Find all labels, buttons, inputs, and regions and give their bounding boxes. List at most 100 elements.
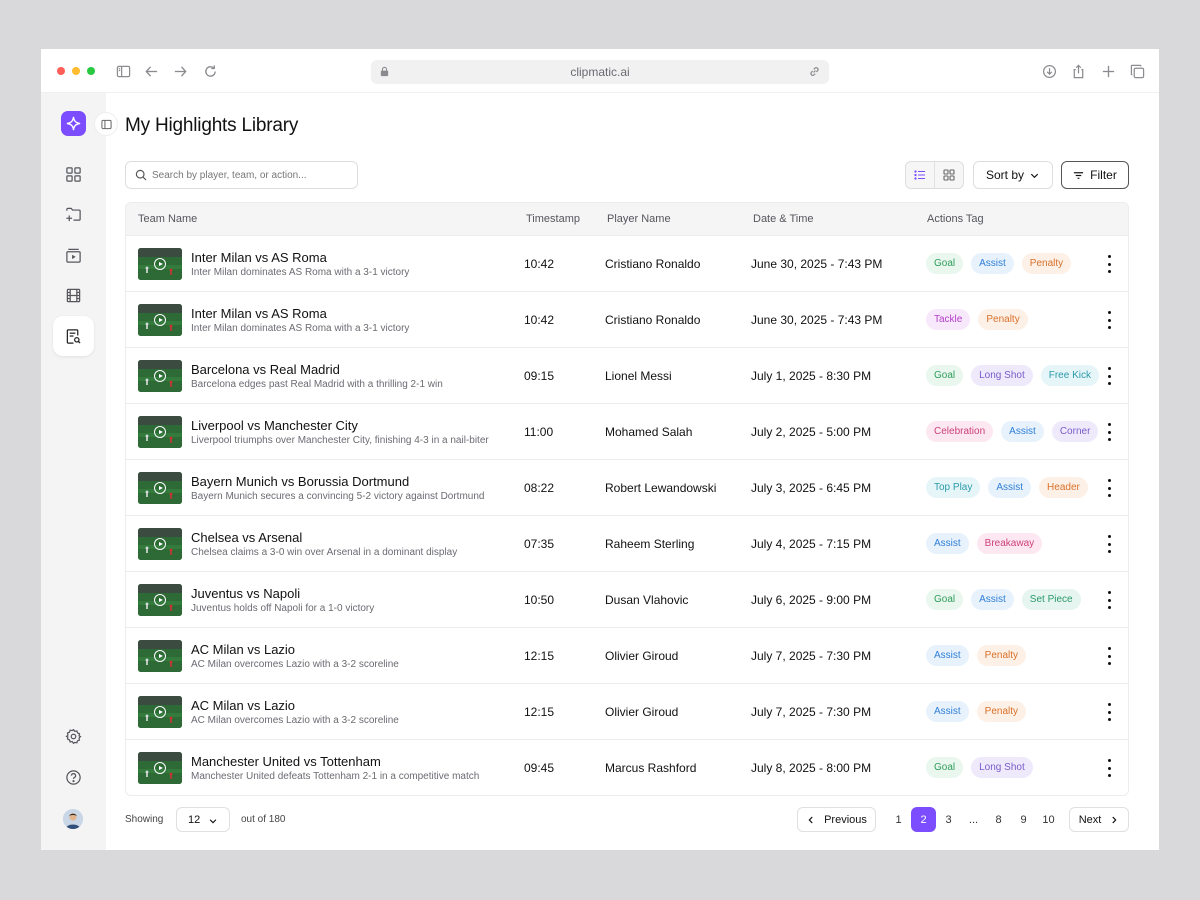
player-name-cell: Cristiano Ronaldo	[605, 257, 701, 271]
search-input[interactable]: Search by player, team, or action...	[125, 161, 358, 189]
action-tag[interactable]: Assist	[926, 533, 969, 554]
video-thumbnail[interactable]	[138, 248, 182, 280]
address-bar[interactable]: clipmatic.ai	[371, 60, 829, 84]
column-header-date-time[interactable]: Date & Time	[753, 213, 814, 225]
column-header-actions-tag[interactable]: Actions Tag	[927, 213, 984, 225]
tabs-overview-icon[interactable]	[1129, 63, 1145, 79]
more-options-icon[interactable]	[1106, 479, 1112, 497]
action-tag[interactable]: Assist	[926, 645, 969, 666]
action-tag[interactable]: Penalty	[976, 645, 1027, 666]
table-row[interactable]: Manchester United vs Tottenham Mancheste…	[126, 739, 1128, 795]
date-time-cell: July 2, 2025 - 5:00 PM	[751, 425, 872, 439]
share-icon[interactable]	[1070, 63, 1086, 79]
page-number-button[interactable]: 9	[1011, 807, 1036, 832]
action-tag[interactable]: Goal	[926, 253, 964, 274]
list-view-button[interactable]	[906, 162, 935, 188]
video-thumbnail[interactable]	[138, 416, 182, 448]
video-thumbnail[interactable]	[138, 528, 182, 560]
action-tag[interactable]: Celebration	[926, 421, 994, 442]
more-options-icon[interactable]	[1106, 535, 1112, 553]
video-thumbnail[interactable]	[138, 472, 182, 504]
column-header-player-name[interactable]: Player Name	[607, 213, 671, 225]
sort-by-button[interactable]: Sort by	[973, 161, 1053, 189]
action-tag[interactable]: Goal	[926, 589, 964, 610]
date-time-cell: July 4, 2025 - 7:15 PM	[751, 537, 872, 551]
more-options-icon[interactable]	[1106, 423, 1112, 441]
page-size-select[interactable]: 12	[176, 807, 230, 832]
action-tag[interactable]: Free Kick	[1040, 365, 1099, 386]
sidebar-toggle-icon[interactable]	[115, 63, 131, 79]
link-icon[interactable]	[808, 65, 821, 78]
table-row[interactable]: Inter Milan vs AS Roma Inter Milan domin…	[126, 291, 1128, 347]
table-row[interactable]: AC Milan vs Lazio AC Milan overcomes Laz…	[126, 627, 1128, 683]
action-tag[interactable]: Assist	[926, 701, 969, 722]
table-row[interactable]: Juventus vs Napoli Juventus holds off Na…	[126, 571, 1128, 627]
action-tag[interactable]: Assist	[988, 477, 1032, 498]
nav-item-highlights-library[interactable]	[53, 316, 94, 356]
action-tag[interactable]: Corner	[1051, 421, 1099, 442]
new-tab-icon[interactable]	[1100, 63, 1116, 79]
maximize-window-button[interactable]	[87, 67, 95, 75]
column-header-timestamp[interactable]: Timestamp	[526, 213, 580, 225]
action-tag[interactable]: Penalty	[1021, 253, 1072, 274]
download-icon[interactable]	[1041, 63, 1057, 79]
table-row[interactable]: Chelsea vs Arsenal Chelsea claims a 3-0 …	[126, 515, 1128, 571]
action-tag[interactable]: Penalty	[978, 309, 1028, 330]
action-tag[interactable]: Tackle	[926, 309, 971, 330]
action-tag[interactable]: Top Play	[926, 477, 981, 498]
page-number-button[interactable]: 3	[936, 807, 961, 832]
action-tag[interactable]: Assist	[971, 253, 1014, 274]
action-tag[interactable]: Breakaway	[976, 533, 1043, 554]
action-tag[interactable]: Header	[1039, 477, 1088, 498]
video-thumbnail[interactable]	[138, 360, 182, 392]
action-tag[interactable]: Assist	[971, 589, 1014, 610]
video-thumbnail[interactable]	[138, 640, 182, 672]
table-row[interactable]: Barcelona vs Real Madrid Barcelona edges…	[126, 347, 1128, 403]
action-tag[interactable]: Penalty	[976, 701, 1027, 722]
minimize-window-button[interactable]	[72, 67, 80, 75]
nav-item-folders[interactable]	[53, 194, 94, 234]
action-tag[interactable]: Assist	[1001, 421, 1044, 442]
filter-button[interactable]: Filter	[1061, 161, 1129, 189]
more-options-icon[interactable]	[1106, 311, 1112, 329]
more-options-icon[interactable]	[1106, 255, 1112, 273]
more-options-icon[interactable]	[1106, 703, 1112, 721]
collapse-sidebar-button[interactable]	[94, 112, 118, 136]
action-tag[interactable]: Long Shot	[971, 365, 1033, 386]
user-avatar[interactable]	[63, 809, 83, 829]
action-tag[interactable]: Goal	[926, 757, 964, 778]
close-window-button[interactable]	[57, 67, 65, 75]
video-thumbnail[interactable]	[138, 696, 182, 728]
more-options-icon[interactable]	[1106, 647, 1112, 665]
page-number-button[interactable]: 2	[911, 807, 936, 832]
nav-item-dashboard[interactable]	[53, 154, 94, 194]
column-header-team-name[interactable]: Team Name	[138, 213, 197, 225]
more-options-icon[interactable]	[1106, 759, 1112, 777]
next-page-button[interactable]: Next	[1069, 807, 1129, 832]
page-number-button[interactable]: 10	[1036, 807, 1061, 832]
more-options-icon[interactable]	[1106, 591, 1112, 609]
video-thumbnail[interactable]	[138, 752, 182, 784]
table-row[interactable]: Inter Milan vs AS Roma Inter Milan domin…	[126, 235, 1128, 291]
action-tag[interactable]: Set Piece	[1021, 589, 1081, 610]
reload-icon[interactable]	[202, 63, 218, 79]
previous-page-button[interactable]: Previous	[797, 807, 876, 832]
grid-view-button[interactable]	[935, 162, 963, 188]
table-row[interactable]: AC Milan vs Lazio AC Milan overcomes Laz…	[126, 683, 1128, 739]
app-logo[interactable]	[61, 111, 86, 136]
action-tag[interactable]: Goal	[926, 365, 964, 386]
action-tag[interactable]: Long Shot	[971, 757, 1033, 778]
nav-item-help[interactable]	[53, 757, 94, 797]
page-number-button[interactable]: 8	[986, 807, 1011, 832]
nav-item-clips[interactable]	[53, 275, 94, 315]
page-number-button[interactable]: 1	[886, 807, 911, 832]
nav-item-videos[interactable]	[53, 235, 94, 275]
video-thumbnail[interactable]	[138, 584, 182, 616]
table-row[interactable]: Bayern Munich vs Borussia Dortmund Bayer…	[126, 459, 1128, 515]
table-row[interactable]: Liverpool vs Manchester City Liverpool t…	[126, 403, 1128, 459]
forward-arrow-icon[interactable]	[172, 63, 188, 79]
back-arrow-icon[interactable]	[143, 63, 159, 79]
more-options-icon[interactable]	[1106, 367, 1112, 385]
nav-item-settings[interactable]	[53, 716, 94, 756]
video-thumbnail[interactable]	[138, 304, 182, 336]
